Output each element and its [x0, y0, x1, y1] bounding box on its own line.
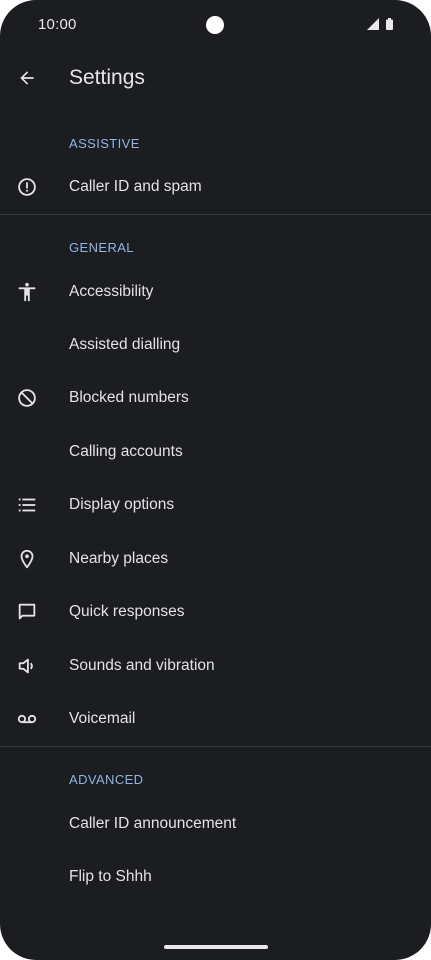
phone-screen: 10:00 Settings ASSISTIVE Caller ID and s… — [0, 0, 431, 960]
volume-icon — [15, 654, 39, 678]
signal-icon — [367, 18, 379, 30]
settings-item-label: Calling accounts — [69, 443, 183, 460]
settings-item-label: Voicemail — [69, 710, 136, 727]
settings-item-label: Display options — [69, 496, 175, 513]
back-button[interactable] — [9, 60, 45, 96]
settings-item-label: Caller ID announcement — [69, 815, 237, 832]
settings-item-label: Sounds and vibration — [69, 657, 215, 674]
settings-item-label: Quick responses — [69, 603, 185, 620]
block-icon — [15, 386, 39, 410]
section-divider — [0, 214, 431, 215]
chat-bubble-icon — [15, 600, 39, 624]
settings-item-voicemail[interactable]: Voicemail — [0, 693, 431, 745]
page-title: Settings — [69, 66, 145, 89]
settings-item-flip-to-shhh[interactable]: Flip to Shhh — [0, 851, 431, 903]
settings-item-assisted-dialling[interactable]: Assisted dialling — [0, 319, 431, 371]
section-header-general: GENERAL — [69, 240, 134, 255]
settings-item-quick-responses[interactable]: Quick responses — [0, 586, 431, 638]
settings-item-caller-id-announcement[interactable]: Caller ID announcement — [0, 798, 431, 850]
list-icon — [15, 493, 39, 517]
accessibility-icon — [15, 280, 39, 304]
section-divider — [0, 746, 431, 747]
section-header-advanced: ADVANCED — [69, 772, 144, 787]
alert-circle-icon — [15, 175, 39, 199]
settings-item-label: Nearby places — [69, 550, 169, 567]
status-bar: 10:00 — [0, 0, 431, 48]
settings-item-blocked-numbers[interactable]: Blocked numbers — [0, 372, 431, 424]
settings-item-sounds-vibration[interactable]: Sounds and vibration — [0, 640, 431, 692]
battery-icon — [386, 18, 393, 30]
location-pin-icon — [15, 547, 39, 571]
app-bar: Settings — [0, 52, 431, 104]
settings-item-caller-id-spam[interactable]: Caller ID and spam — [0, 161, 431, 213]
settings-item-label: Accessibility — [69, 283, 154, 300]
voicemail-icon — [15, 707, 39, 731]
gesture-nav-handle[interactable] — [164, 945, 268, 949]
section-header-assistive: ASSISTIVE — [69, 136, 140, 151]
status-time: 10:00 — [38, 16, 77, 33]
settings-item-nearby-places[interactable]: Nearby places — [0, 533, 431, 585]
settings-item-accessibility[interactable]: Accessibility — [0, 266, 431, 318]
status-icons — [367, 18, 393, 30]
settings-item-label: Flip to Shhh — [69, 868, 152, 885]
settings-item-label: Assisted dialling — [69, 336, 181, 353]
settings-item-label: Blocked numbers — [69, 389, 189, 406]
camera-cutout — [206, 16, 224, 34]
settings-item-calling-accounts[interactable]: Calling accounts — [0, 426, 431, 478]
settings-item-display-options[interactable]: Display options — [0, 479, 431, 531]
arrow-back-icon — [17, 68, 37, 88]
settings-item-label: Caller ID and spam — [69, 178, 202, 195]
